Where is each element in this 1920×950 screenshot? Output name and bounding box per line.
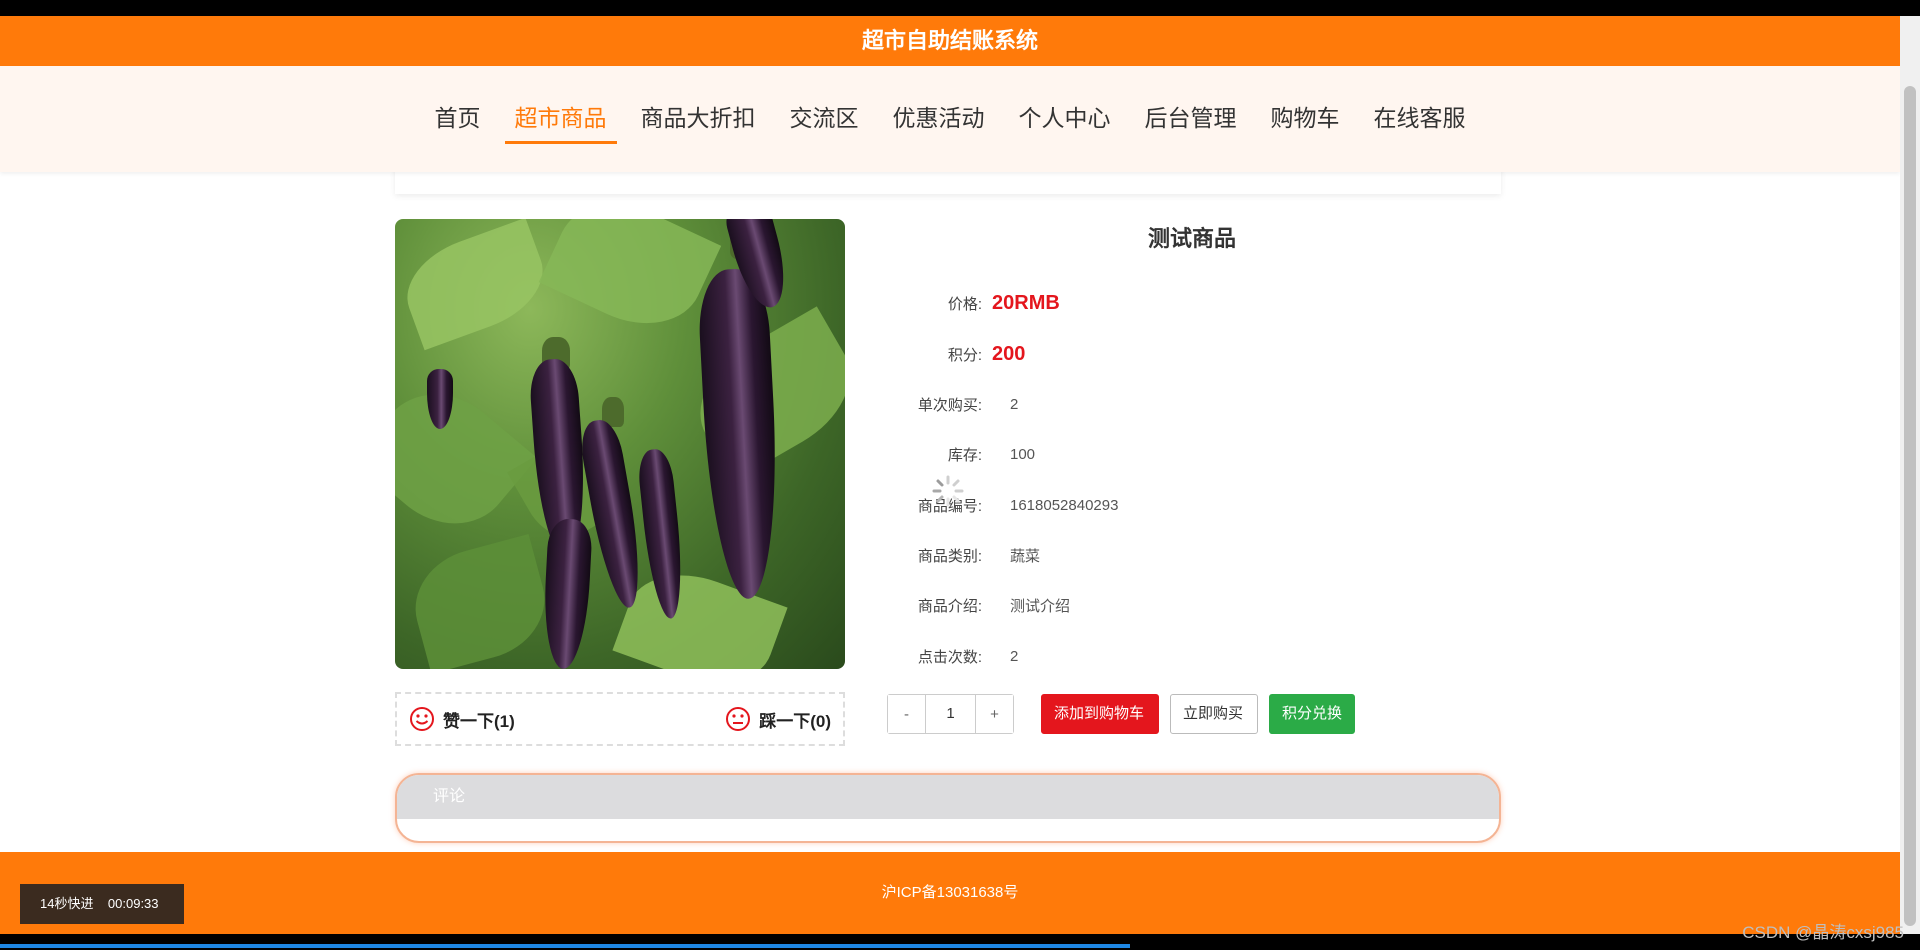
clicks-label: 点击次数: — [917, 648, 982, 666]
single-purchase-row: 单次购买: 2 — [887, 389, 1019, 419]
vote-box: 赞一下(1) 踩一下(0) — [395, 692, 845, 746]
page-viewport: 超市自助结账系统 首页 超市商品 商品大折扣 交流区 优惠活动 个人中心 后台管… — [0, 16, 1900, 934]
quantity-minus-button[interactable]: - — [888, 695, 925, 733]
price-label: 价格: — [947, 295, 982, 313]
single-purchase-label: 单次购买: — [917, 396, 982, 414]
nav-item-promotions[interactable]: 优惠活动 — [883, 94, 995, 144]
intro-value: 测试介绍 — [1010, 597, 1071, 615]
points-value: 200 — [992, 342, 1026, 365]
nav-item-support[interactable]: 在线客服 — [1364, 94, 1476, 144]
scrollbar-thumb[interactable] — [1904, 86, 1916, 926]
video-playback-badge: 14秒快进 00:09:33 — [20, 884, 184, 924]
price-row: 价格: 20RMB — [887, 288, 1060, 318]
clicks-row: 点击次数: 2 — [887, 641, 1019, 671]
quantity-plus-button[interactable]: + — [976, 695, 1013, 733]
points-label: 积分: — [947, 346, 982, 364]
code-value: 1618052840293 — [1010, 496, 1119, 514]
site-title: 超市自助结账系统 — [0, 16, 1900, 66]
stock-row: 库存: 100 — [887, 439, 1035, 469]
price-value: 20RMB — [992, 291, 1060, 314]
page-scrollbar[interactable] — [1900, 16, 1920, 934]
footer-icp: 沪ICP备13031638号 — [0, 852, 1900, 934]
clicks-value: 2 — [1010, 647, 1019, 665]
stock-label: 库存: — [947, 446, 982, 464]
product-info: 测试商品 价格: 20RMB 积分: 200 单次购买: 2 库存: 100 商… — [887, 219, 1497, 666]
product-image — [395, 219, 845, 669]
single-purchase-value: 2 — [1010, 395, 1019, 413]
nav-item-discounts[interactable]: 商品大折扣 — [631, 94, 766, 144]
main-nav: 首页 超市商品 商品大折扣 交流区 优惠活动 个人中心 后台管理 购物车 在线客… — [0, 66, 1900, 172]
nav-item-cart[interactable]: 购物车 — [1261, 94, 1350, 144]
intro-label: 商品介绍: — [917, 597, 982, 615]
nav-item-admin[interactable]: 后台管理 — [1135, 94, 1247, 144]
buy-now-button[interactable]: 立即购买 — [1170, 694, 1258, 734]
category-row: 商品类别: 蔬菜 — [887, 540, 1040, 570]
points-row: 积分: 200 — [887, 339, 1026, 369]
nav-item-products[interactable]: 超市商品 — [504, 94, 617, 144]
like-button[interactable]: 赞一下(1) — [409, 706, 515, 732]
redeem-points-button[interactable]: 积分兑换 — [1269, 694, 1355, 734]
watermark: CSDN @晶涛cxsj985 — [1742, 923, 1904, 942]
add-to-cart-button[interactable]: 添加到购物车 — [1041, 694, 1159, 734]
nav-item-profile[interactable]: 个人中心 — [1009, 94, 1121, 144]
dislike-button[interactable]: 踩一下(0) — [725, 706, 831, 732]
comment-title: 评论 — [397, 775, 1499, 819]
intro-row: 商品介绍: 测试介绍 — [887, 590, 1070, 620]
video-progress-bar — [0, 944, 1130, 948]
like-label: 赞一下(1) — [443, 711, 515, 731]
nav-item-home[interactable]: 首页 — [425, 94, 491, 144]
code-row: 商品编号: 1618052840293 — [887, 490, 1119, 520]
comment-section: 评论 — [395, 773, 1501, 843]
nav-item-forum[interactable]: 交流区 — [780, 94, 869, 144]
quantity-input[interactable]: 1 — [925, 695, 976, 733]
product-title: 测试商品 — [1147, 226, 1236, 251]
frown-icon — [726, 707, 751, 731]
loading-spinner-icon — [932, 475, 964, 507]
smile-icon — [410, 707, 434, 731]
dislike-label: 踩一下(0) — [759, 711, 831, 731]
category-value: 蔬菜 — [1010, 547, 1041, 565]
category-label: 商品类别: — [917, 547, 982, 565]
stock-value: 100 — [1010, 445, 1036, 463]
quantity-stepper: - 1 + — [887, 694, 1014, 734]
